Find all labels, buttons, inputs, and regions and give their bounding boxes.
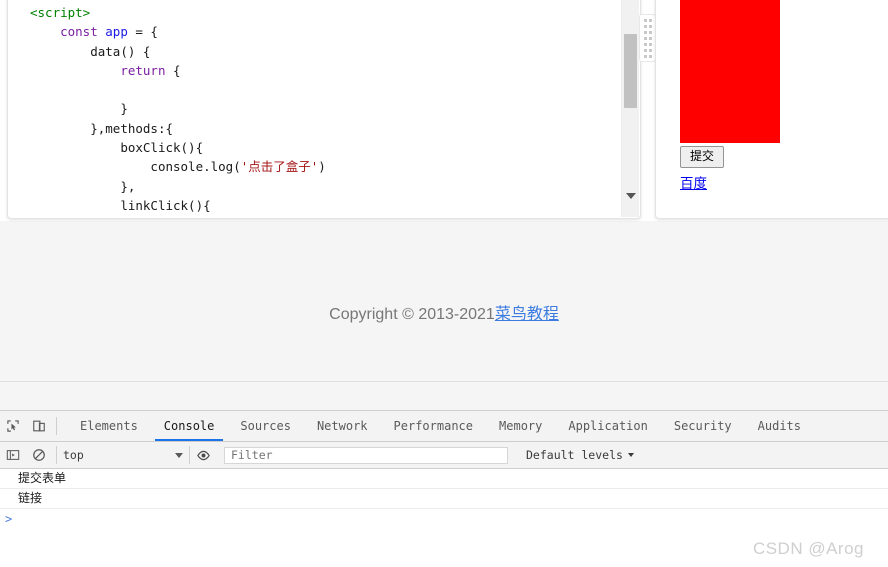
red-box[interactable] (680, 0, 780, 143)
live-expression-icon[interactable] (190, 448, 216, 463)
devtools-tabbar: Elements Console Sources Network Performance… (0, 411, 888, 442)
devtools-panel: Elements Console Sources Network Performance… (0, 410, 888, 567)
tab-label: Memory (499, 419, 543, 433)
chevron-down-icon (627, 453, 634, 457)
grip-dot (648, 37, 652, 40)
console-message-list: 提交表单 链接 (0, 469, 888, 509)
code-token: <script> (30, 5, 91, 20)
grip-dot (643, 49, 647, 52)
tab-label: Performance (393, 419, 474, 433)
grip-dot (648, 19, 652, 22)
csdn-watermark: CSDN @Arog (752, 539, 864, 558)
grip-dot (648, 31, 652, 34)
copyright-link[interactable]: 菜鸟教程 (495, 306, 559, 323)
tab-performance[interactable]: Performance (381, 411, 486, 441)
code-token: app (105, 24, 128, 40)
grip-dot (648, 43, 652, 46)
grip-dot (643, 25, 647, 28)
console-message: 链接 (0, 489, 888, 509)
console-filter-input[interactable] (224, 446, 508, 464)
code-line: console.log('点击了盒子') (30, 159, 326, 175)
tab-label: Application (568, 419, 648, 433)
tab-label: Elements (80, 419, 138, 433)
baidu-link[interactable]: 百度 (680, 172, 707, 192)
tab-label: Security (673, 419, 732, 433)
device-toolbar-icon[interactable] (26, 411, 52, 441)
chevron-down-icon (175, 452, 183, 458)
code-editor-content: <script> const app = { data() { return {… (8, 0, 618, 218)
tab-label: Console (163, 419, 215, 433)
code-line: <script> (30, 5, 90, 20)
copyright-footer: Copyright © 2013-2021菜鸟教程 (0, 300, 888, 324)
scrollbar-thumb[interactable] (624, 34, 637, 108)
tab-audits[interactable]: Audits (745, 411, 814, 441)
tab-memory[interactable]: Memory (486, 411, 555, 441)
console-toolbar: top Default levels (0, 442, 888, 469)
grip-dot (643, 43, 647, 46)
code-line: },methods:{ (30, 121, 173, 136)
code-line: } (30, 101, 128, 116)
grip-dot (643, 31, 647, 34)
log-levels-dropdown[interactable]: Default levels (526, 448, 634, 462)
submit-button[interactable]: 提交 (680, 146, 725, 168)
clear-console-icon[interactable] (26, 448, 52, 462)
tab-security[interactable]: Security (661, 411, 745, 441)
vertical-scrollbar[interactable] (621, 0, 639, 217)
preview-panel: 提交 百度 (655, 0, 888, 219)
code-token: } (120, 101, 128, 117)
tab-elements[interactable]: Elements (67, 411, 151, 441)
grip-dot (643, 19, 647, 22)
code-line: }, (30, 179, 135, 194)
copyright-text: Copyright © 2013-2021 (329, 306, 495, 323)
code-token: boxClick(){ (120, 140, 204, 156)
panel-resize-grip[interactable] (639, 14, 656, 62)
grip-dot (648, 25, 652, 28)
scroll-down-arrow-icon[interactable] (625, 193, 636, 199)
devtools-tab-list: Elements Console Sources Network Performance… (67, 411, 814, 441)
tab-application[interactable]: Application (555, 411, 660, 441)
code-token: },methods:{ (90, 120, 174, 136)
console-message: 提交表单 (0, 469, 888, 489)
grip-dot (643, 37, 647, 40)
console-prompt[interactable]: > (0, 509, 888, 529)
tab-console[interactable]: Console (151, 411, 228, 441)
code-line: const app = { (30, 24, 158, 39)
grip-dot (648, 55, 652, 58)
code-token: console.log( (150, 159, 241, 175)
tab-network[interactable]: Network (304, 411, 381, 441)
code-editor-panel[interactable]: <script> const app = { data() { return {… (7, 0, 641, 219)
code-token: data() { (90, 43, 151, 59)
code-token: linkClick(){ (120, 197, 211, 213)
code-token: { (165, 62, 181, 78)
tab-label: Network (316, 419, 368, 433)
code-token: ) (318, 159, 326, 175)
code-text: <script> const app = { data() { return {… (30, 3, 618, 215)
inspect-element-icon[interactable] (0, 411, 26, 441)
code-line: data() { (30, 44, 150, 59)
tab-label: Audits (757, 419, 802, 433)
code-token: return (120, 62, 166, 78)
grip-dot (648, 49, 652, 52)
code-line: return { (30, 62, 181, 78)
execution-context-select[interactable]: top (56, 446, 190, 464)
tab-sources[interactable]: Sources (227, 411, 304, 441)
code-line: linkClick(){ (30, 197, 211, 213)
code-token: }, (120, 178, 136, 194)
code-line: boxClick(){ (30, 140, 203, 155)
page-divider (0, 381, 888, 382)
log-levels-label: Default levels (526, 448, 623, 462)
code-token: '点击了盒子' (240, 159, 319, 175)
grip-dot (643, 55, 647, 58)
toolbar-divider (56, 417, 57, 435)
rendered-page-area: <script> const app = { data() { return {… (0, 0, 888, 410)
code-token: = { (127, 24, 158, 40)
tab-label: Sources (240, 419, 291, 433)
code-token: const (60, 24, 98, 40)
console-sidebar-icon[interactable] (0, 448, 26, 462)
execution-context-value: top (63, 448, 84, 462)
